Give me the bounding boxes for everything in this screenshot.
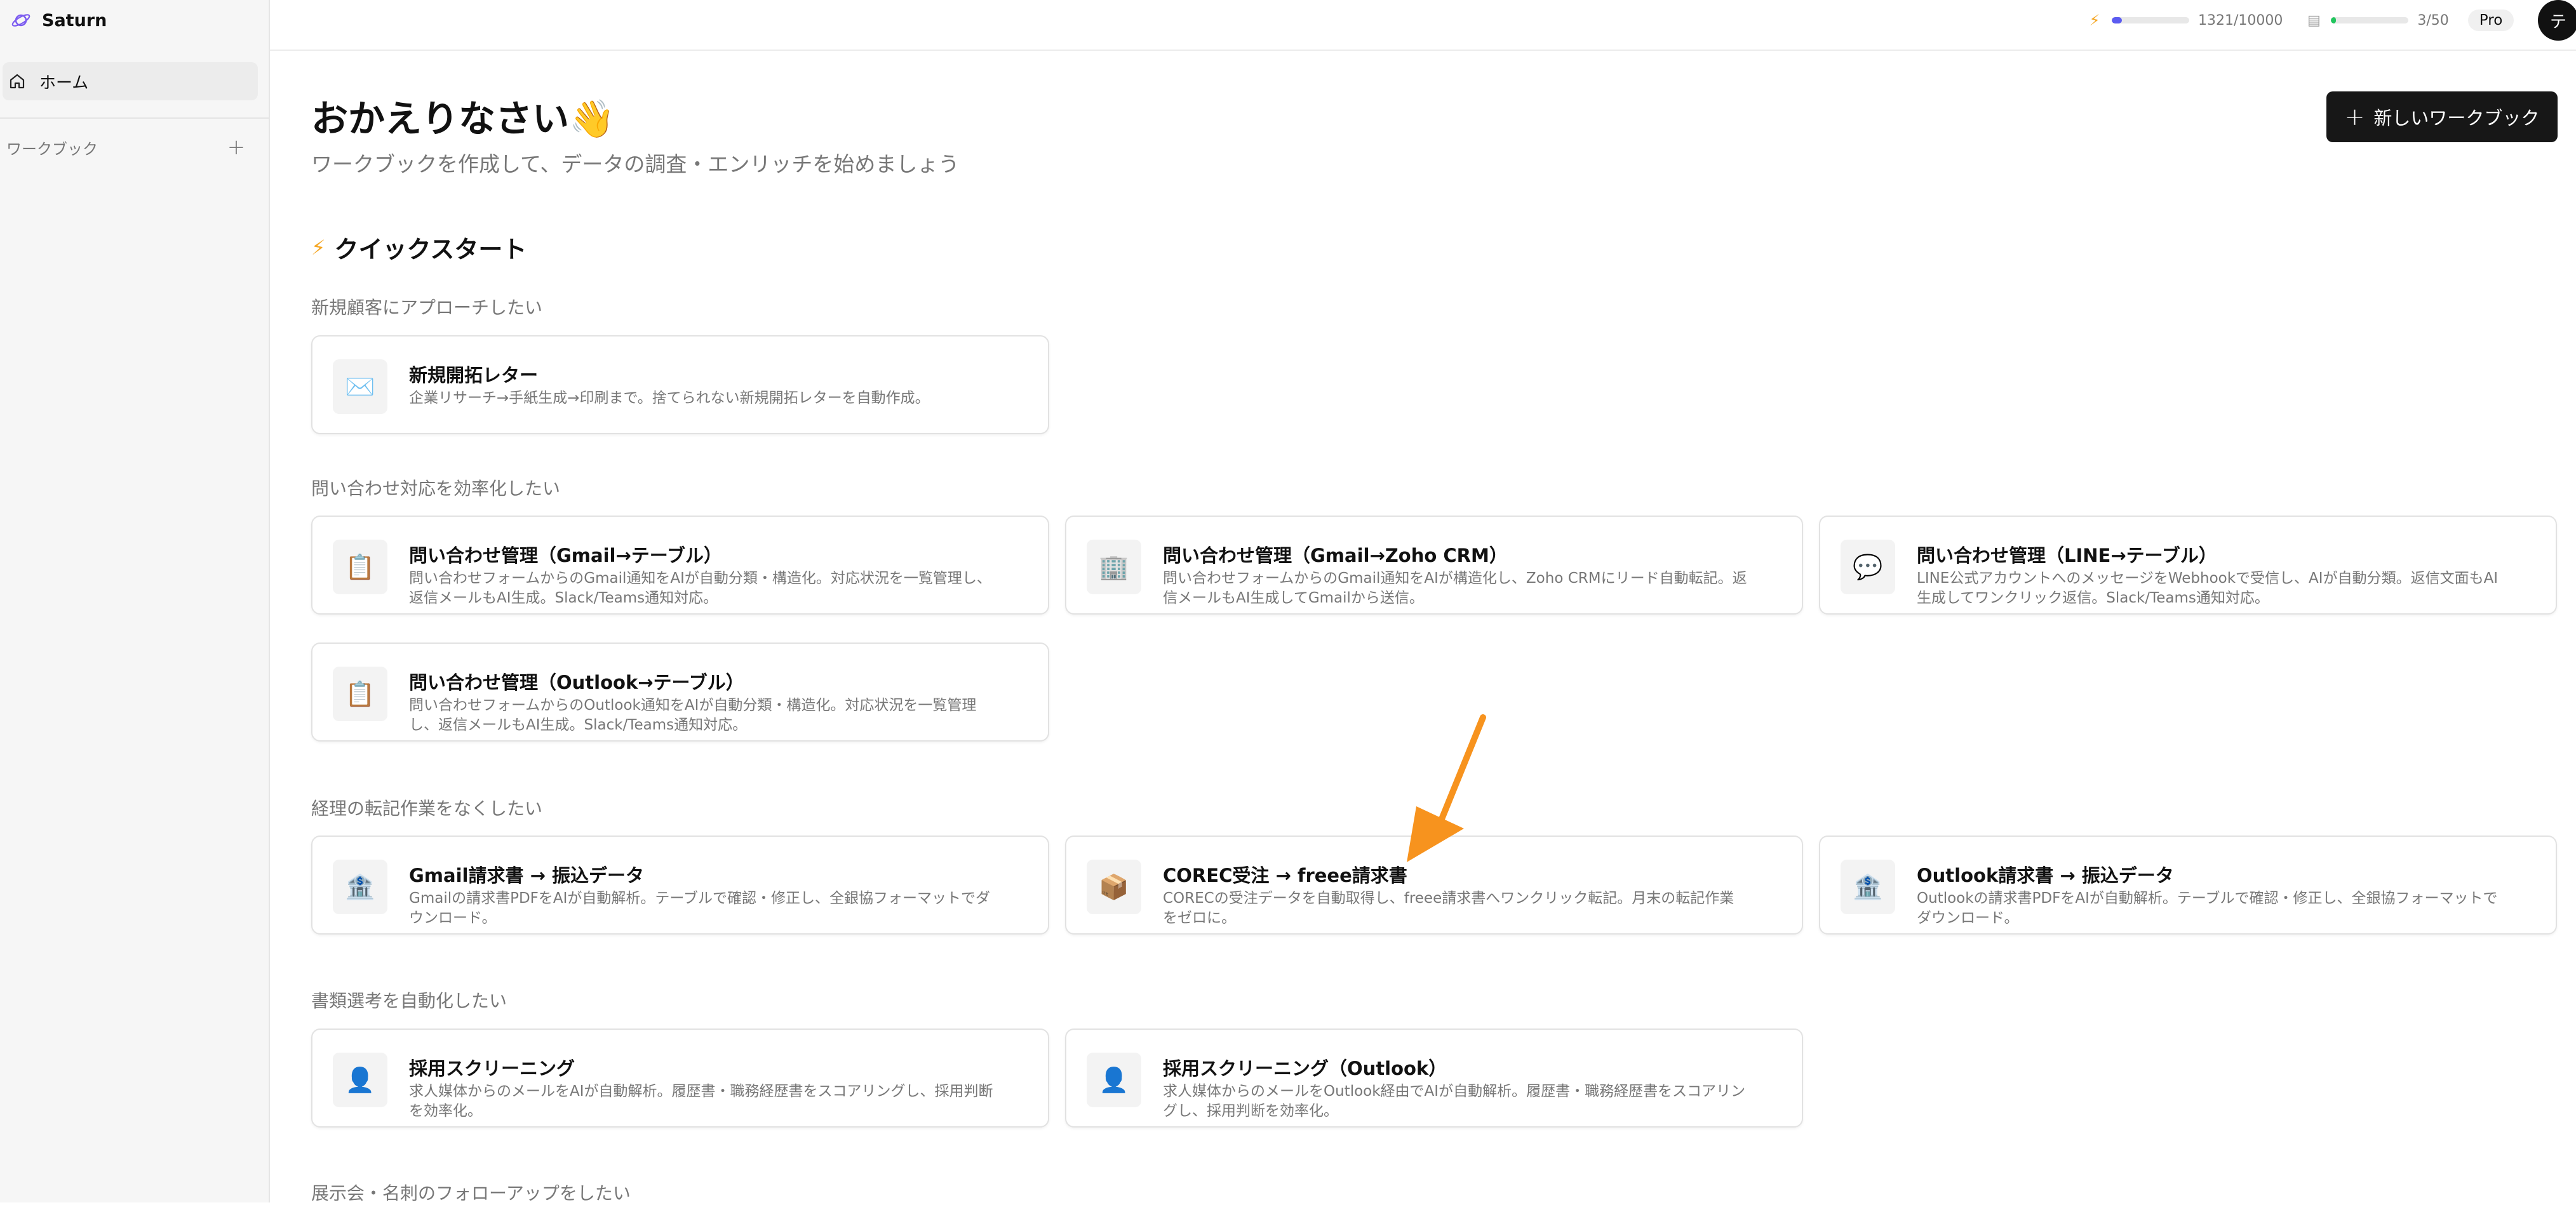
bank-icon: 🏦 — [1841, 860, 1895, 914]
card-description: LINE公式アカウントへのメッセージをWebhookで受信し、AIが自動分類。返… — [1917, 570, 2499, 606]
brand[interactable]: Saturn — [9, 9, 107, 32]
building-icon: 🏢 — [1087, 540, 1141, 594]
usage-indicators: ⚡ 1321/10000 ▤ 3/50 Pro — [2085, 9, 2514, 32]
card-description: 問い合わせフォームからのOutlook通知をAIが自動分類・構造化。対応状況を一… — [409, 697, 977, 733]
lightning-icon: ⚡ — [2089, 11, 2100, 29]
brand-name: Saturn — [42, 10, 107, 30]
bank-icon: 🏦 — [333, 860, 387, 914]
plan-badge[interactable]: Pro — [2467, 10, 2514, 31]
section-label: 経理の転記作業をなくしたい — [311, 798, 543, 819]
sidebar: Saturn ホーム ワークブック + — [0, 0, 270, 1202]
credits-progress-bar — [2112, 17, 2189, 23]
sheets-count: 3/50 — [2417, 12, 2449, 29]
template-card[interactable]: 💬 問い合わせ管理（LINE→テーブル） LINE公式アカウントへのメッセージを… — [1819, 516, 2557, 615]
new-workbook-label: 新しいワークブック — [2373, 107, 2540, 129]
sheets-progress-bar — [2331, 17, 2409, 23]
card-title: 採用スクリーニング（Outlook） — [1163, 1058, 1447, 1079]
template-card[interactable]: 👤 採用スクリーニング（Outlook） 求人媒体からのメールをOutlook経… — [1065, 1029, 1803, 1128]
clipboard-icon: 📋 — [333, 667, 387, 721]
arrow-annotation-icon — [1407, 714, 1486, 862]
sheet-icon: ▤ — [2307, 12, 2321, 29]
card-title: Gmail請求書 → 振込データ — [409, 865, 644, 886]
envelope-icon: ✉️ — [333, 359, 387, 414]
card-description: 求人媒体からのメールをAIが自動解析。履歴書・職務経歴書をスコアリングし、採用判… — [409, 1083, 993, 1119]
workbook-section-header: ワークブック + — [6, 135, 248, 160]
sheets-progress-fill — [2331, 17, 2336, 23]
card-title: 採用スクリーニング — [409, 1058, 575, 1079]
card-title: 問い合わせ管理（Outlook→テーブル） — [409, 672, 744, 693]
sidebar-divider — [0, 117, 269, 119]
person-icon: 👤 — [1087, 1053, 1141, 1107]
add-workbook-icon[interactable]: + — [225, 135, 248, 160]
sidebar-item-home[interactable]: ホーム — [3, 62, 258, 100]
card-title: COREC受注 → freee請求書 — [1163, 865, 1407, 886]
card-title: 問い合わせ管理（Gmail→Zoho CRM） — [1163, 545, 1508, 566]
card-description: 求人媒体からのメールをOutlook経由でAIが自動解析。履歴書・職務経歴書をス… — [1163, 1083, 1746, 1119]
template-card[interactable]: 🏢 問い合わせ管理（Gmail→Zoho CRM） 問い合わせフォームからのGm… — [1065, 516, 1803, 615]
credits-progress-fill — [2112, 17, 2123, 23]
card-description: Outlookの請求書PDFをAIが自動解析。テーブルで確認・修正し、全銀協フォ… — [1917, 890, 2498, 926]
clipboard-icon: 📋 — [333, 540, 387, 594]
card-description: 問い合わせフォームからのGmail通知をAIが自動分類・構造化。対応状況を一覧管… — [409, 570, 991, 606]
template-card[interactable]: 📋 問い合わせ管理（Gmail→テーブル） 問い合わせフォームからのGmail通… — [311, 516, 1049, 615]
template-card[interactable]: ✉️ 新規開拓レター 企業リサーチ→手紙生成→印刷まで。捨てられない新規開拓レタ… — [311, 335, 1049, 434]
quickstart-title: クイックスタート — [334, 236, 527, 263]
section-label: 書類選考を自動化したい — [311, 990, 507, 1011]
card-title: 新規開拓レター — [409, 364, 539, 386]
credits-count: 1321/10000 — [2198, 12, 2283, 29]
saturn-logo-icon — [9, 8, 33, 32]
card-description: CORECの受注データを自動取得し、freee請求書へワンクリック転記。月末の転… — [1163, 890, 1734, 926]
avatar[interactable]: テ — [2538, 0, 2576, 41]
template-card[interactable]: 📋 問い合わせ管理（Outlook→テーブル） 問い合わせフォームからのOutl… — [311, 642, 1049, 742]
card-description: 問い合わせフォームからのGmail通知をAIが構造化し、Zoho CRMにリード… — [1163, 570, 1747, 606]
template-card[interactable]: 👤 採用スクリーニング 求人媒体からのメールをAIが自動解析。履歴書・職務経歴書… — [311, 1029, 1049, 1128]
card-title: 問い合わせ管理（LINE→テーブル） — [1917, 545, 2217, 566]
package-icon: 📦 — [1087, 860, 1141, 914]
card-title: Outlook請求書 → 振込データ — [1917, 865, 2174, 886]
workbook-section-label: ワークブック — [6, 140, 98, 158]
new-workbook-button[interactable]: + 新しいワークブック — [2326, 91, 2558, 142]
card-title: 問い合わせ管理（Gmail→テーブル） — [409, 545, 723, 566]
template-card[interactable]: 🏦 Gmail請求書 → 振込データ Gmailの請求書PDFをAIが自動解析。… — [311, 836, 1049, 935]
template-card[interactable]: 🏦 Outlook請求書 → 振込データ Outlookの請求書PDFをAIが自… — [1819, 836, 2557, 935]
sidebar-item-label: ホーム — [39, 73, 89, 93]
section-label: 展示会・名刺のフォローアップをしたい — [311, 1183, 631, 1204]
home-icon — [8, 72, 27, 91]
section-label: 新規顧客にアプローチしたい — [311, 297, 543, 318]
chat-bubble-icon: 💬 — [1841, 540, 1895, 594]
quickstart-heading: ⚡ クイックスタート — [311, 230, 527, 265]
card-description: Gmailの請求書PDFをAIが自動解析。テーブルで確認・修正し、全銀協フォーマ… — [409, 890, 991, 926]
page-subtitle: ワークブックを作成して、データの調査・エンリッチを始めましょう — [311, 152, 960, 176]
person-icon: 👤 — [333, 1053, 387, 1107]
plus-icon: + — [2344, 103, 2365, 131]
page-title: おかえりなさい👋 — [311, 97, 615, 140]
card-description: 企業リサーチ→手紙生成→印刷まで。捨てられない新規開拓レターを自動作成。 — [409, 390, 930, 406]
lightning-icon: ⚡ — [311, 235, 326, 260]
section-label: 問い合わせ対応を効率化したい — [311, 478, 561, 499]
